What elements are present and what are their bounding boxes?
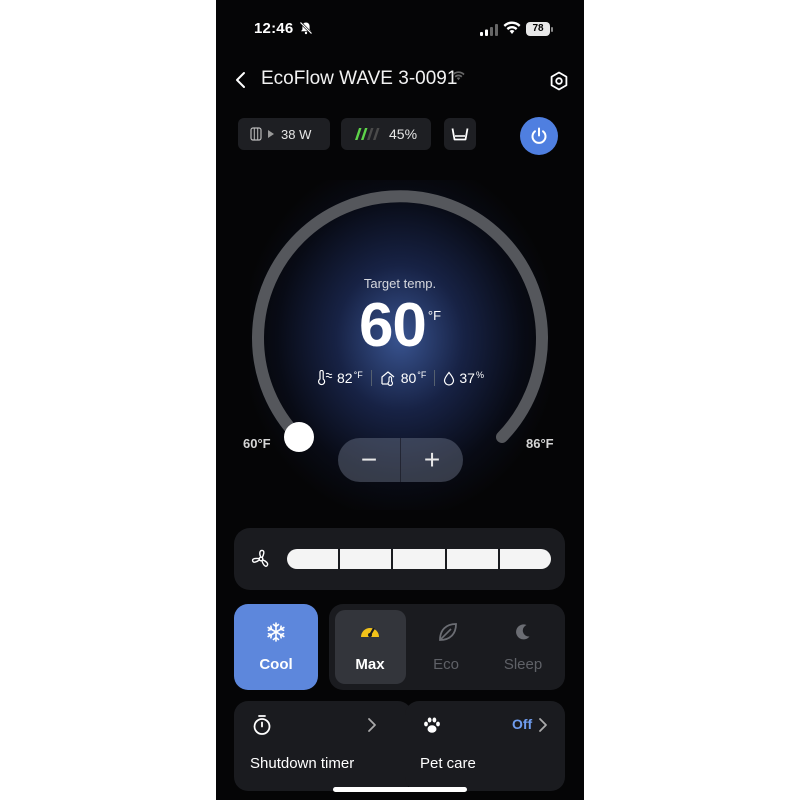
target-temp-unit: °F (427, 308, 442, 323)
outdoor-reading: 80 °F (380, 370, 427, 386)
fan-speed-segment[interactable] (340, 549, 392, 569)
cool-mode-button[interactable] (234, 604, 318, 690)
pet-care-status: Off (512, 716, 533, 732)
target-temp-display: 60 °F (216, 290, 584, 361)
fan-speed-segment[interactable] (499, 549, 552, 569)
home-temperature-icon (381, 371, 395, 386)
battery-value: 45% (389, 126, 418, 142)
gauge-icon (361, 627, 379, 637)
mode-max-label: Max (355, 656, 385, 673)
back-chevron-icon[interactable] (232, 70, 250, 90)
battery-nub (551, 27, 553, 32)
leaf-icon (439, 623, 457, 641)
fan-speed-segment[interactable] (393, 549, 445, 569)
fan-speed-slider[interactable] (287, 549, 552, 569)
outdoor-temp-unit: °F (417, 370, 427, 380)
battery-bars-icon (355, 128, 380, 140)
home-indicator[interactable] (333, 787, 467, 792)
water-tank-chip[interactable] (444, 118, 476, 150)
battery-level: 78 (526, 22, 550, 36)
wifi-icon (503, 21, 521, 34)
cellular-signal-icon (480, 24, 498, 36)
shutdown-timer-label: Shutdown timer (250, 755, 355, 772)
fan-icon (251, 549, 269, 567)
muted-bell-icon (299, 21, 313, 35)
battery-chip[interactable]: 45% (341, 118, 431, 150)
power-icon (531, 127, 547, 144)
mode-sleep-label: Sleep (503, 656, 543, 673)
power-input-chip[interactable]: 38 W (238, 118, 330, 150)
humidity-reading: 37% (443, 370, 484, 386)
humidity-unit: % (475, 370, 484, 380)
fan-speed-segment[interactable] (287, 549, 339, 569)
stopwatch-icon (253, 715, 271, 735)
reading-divider (370, 370, 372, 386)
ambient-temp-unit: °F (353, 370, 363, 380)
pet-care-label: Pet care (420, 755, 476, 772)
ambient-temp-value: 82 (337, 370, 353, 386)
target-temp-label: Target temp. (363, 276, 437, 291)
power-value: 38 W (281, 126, 312, 142)
flow-arrow-icon (268, 130, 274, 138)
increase-temp-button[interactable]: + (401, 438, 463, 482)
temp-stepper: − + (338, 438, 463, 482)
timer-chevron-right-icon (368, 718, 376, 732)
target-temp-value: 60 (358, 291, 427, 360)
dial-knob[interactable] (284, 422, 314, 452)
outdoor-temp-value: 80 (400, 370, 417, 386)
ambient-reading: 82 °F (316, 370, 363, 386)
paw-icon (424, 717, 440, 733)
readings-row: 82 °F 80 °F 37% (216, 370, 584, 386)
settings-hexagon-icon[interactable] (548, 70, 570, 92)
status-time: 12:46 (254, 20, 294, 37)
cool-mode-label: Cool (259, 656, 293, 673)
dial-min-label: 60°F (243, 436, 271, 451)
solar-panel-icon (250, 127, 262, 141)
dial-max-label: 86°F (526, 436, 554, 451)
water-drop-icon (444, 371, 455, 386)
mode-eco-label: Eco (433, 656, 459, 673)
snowflake-icon (267, 622, 285, 642)
humidity-value: 37 (459, 370, 475, 386)
device-wifi-icon (452, 71, 465, 81)
decrease-temp-button[interactable]: − (338, 438, 400, 482)
moon-icon (516, 624, 530, 640)
device-title: EcoFlow WAVE 3-0091 (261, 68, 458, 89)
fan-speed-segment[interactable] (446, 549, 498, 569)
water-tank-icon (451, 128, 469, 141)
app-screen: 12:46 78 EcoFlow WAVE 3-0091 38 W 45% Ta… (216, 0, 584, 800)
thermometer-icon (318, 370, 333, 386)
power-button[interactable] (520, 117, 558, 155)
reading-divider (434, 370, 436, 386)
pet-chevron-right-icon (539, 718, 547, 732)
